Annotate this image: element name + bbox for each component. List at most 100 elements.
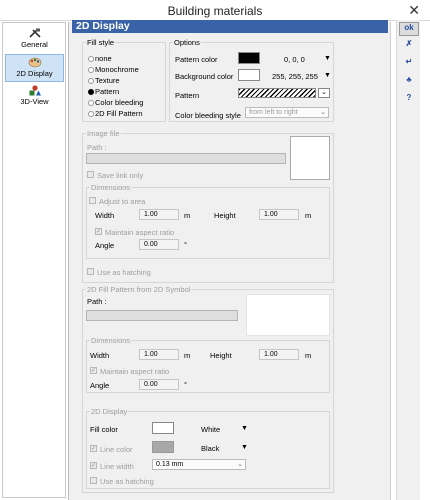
symbol-path-label: Path :: [87, 297, 107, 306]
image-maintain-aspect-checkbox[interactable]: ✓ Maintain aspect ratio: [95, 228, 174, 237]
adjust-to-area-label: Adjust to area: [99, 197, 146, 206]
chevron-down-icon[interactable]: ⌄: [318, 88, 330, 98]
enter-icon[interactable]: ↵: [399, 57, 419, 71]
ok-button[interactable]: ok: [399, 22, 419, 36]
section-header-title: 2D Display: [76, 20, 130, 32]
symbol-angle-unit: °: [184, 380, 187, 389]
save-link-only-checkbox[interactable]: Save link only: [87, 171, 143, 180]
image-path-field[interactable]: [86, 153, 286, 164]
sidebar-item-3d-view[interactable]: 3D-View: [5, 83, 64, 111]
fill-pattern-2d-title: 2D Fill Pattern from 2D Symbol: [86, 285, 192, 294]
image-path-label: Path :: [87, 143, 107, 152]
chevron-down-icon: ⌄: [237, 461, 243, 468]
symbol-height-unit: m: [305, 351, 312, 360]
fill-color-swatch[interactable]: [152, 422, 174, 434]
image-height-label: Height: [214, 211, 236, 220]
3d-shapes-icon: [29, 85, 41, 96]
radio-pattern[interactable]: Pattern: [88, 87, 119, 96]
line-color-checkbox[interactable]: ✓ Line color: [90, 445, 133, 454]
line-width-label: Line width: [100, 462, 134, 471]
close-icon[interactable]: ✕: [408, 2, 420, 19]
image-angle-field[interactable]: 0.00: [139, 239, 179, 250]
symbol-use-as-hatching-checkbox[interactable]: Use as hatching: [90, 477, 154, 486]
title-bar: Building materials ✕: [0, 0, 430, 21]
pattern-color-label: Pattern color: [175, 55, 218, 64]
sidebar-item-general[interactable]: General: [5, 26, 64, 54]
symbol-use-as-hatching-label: Use as hatching: [100, 477, 154, 486]
image-use-as-hatching-checkbox[interactable]: Use as hatching: [87, 268, 151, 277]
symbol-2d-display-title: 2D Display: [90, 407, 129, 416]
symbol-angle-label: Angle: [90, 381, 110, 390]
background-color-swatch[interactable]: [238, 69, 260, 81]
symbol-width-unit: m: [184, 351, 191, 360]
vertical-scrollbar[interactable]: [390, 22, 394, 500]
image-width-field[interactable]: 1.00: [139, 209, 179, 220]
symbol-preview: [246, 294, 330, 336]
image-use-as-hatching-label: Use as hatching: [97, 268, 151, 277]
section-header: 2D Display: [72, 20, 388, 33]
line-width-value: 0.13 mm: [156, 461, 184, 468]
fill-color-value: White: [201, 425, 221, 434]
symbol-width-label: Width: [90, 351, 110, 360]
symbol-path-field[interactable]: [86, 310, 238, 321]
image-angle-label: Angle: [95, 241, 115, 250]
pattern-preview[interactable]: [238, 88, 316, 98]
fill-pattern-2d-group: 2D Fill Pattern from 2D Symbol Path : Di…: [82, 285, 334, 493]
options-title: Options: [173, 38, 201, 47]
help-icon[interactable]: ?: [399, 93, 419, 107]
pattern-color-swatch[interactable]: [238, 52, 260, 64]
image-width-label: Width: [95, 211, 115, 220]
image-preview: [290, 136, 330, 180]
radio-texture[interactable]: Texture: [88, 76, 120, 85]
sidebar: General 2D Display 3D-View: [2, 22, 66, 498]
image-height-unit: m: [305, 211, 312, 220]
color-bleeding-style-label: Color bleeding style: [175, 111, 241, 120]
line-width-checkbox[interactable]: ✓ Line width: [90, 462, 134, 471]
color-bleeding-style-select[interactable]: from left to right ⌄: [245, 107, 329, 118]
line-color-label: Line color: [100, 445, 133, 454]
chevron-down-icon[interactable]: ▼: [241, 444, 248, 451]
adjust-to-area-checkbox[interactable]: Adjust to area: [89, 197, 145, 206]
radio-2d-fill-pattern[interactable]: 2D Fill Pattern: [88, 109, 143, 118]
palette-icon: [28, 57, 41, 68]
radio-none[interactable]: none: [88, 54, 112, 63]
image-height-field[interactable]: 1.00: [259, 209, 299, 220]
radio-color-bleeding[interactable]: Color bleeding: [88, 98, 143, 107]
color-bleeding-style-value: from left to right: [249, 109, 298, 116]
background-color-value: 255, 255, 255: [272, 72, 318, 81]
image-file-title: Image file: [86, 129, 121, 138]
sidebar-item-label: General: [21, 40, 48, 49]
cancel-icon[interactable]: ✗: [399, 39, 419, 53]
symbol-width-field[interactable]: 1.00: [139, 349, 179, 360]
line-width-select[interactable]: 0.13 mm ⌄: [152, 459, 246, 470]
chevron-down-icon[interactable]: ▼: [324, 55, 331, 62]
chevron-down-icon: ⌄: [320, 109, 326, 116]
tools-icon: [28, 28, 41, 38]
image-dimensions-title: Dimensions: [90, 183, 132, 192]
symbol-angle-field[interactable]: 0.00: [139, 379, 179, 390]
symbol-2d-display-group: 2D Display Fill color White ▼ ✓ Line colo…: [86, 407, 330, 489]
radio-monochrome[interactable]: Monochrome: [88, 65, 139, 74]
line-color-swatch[interactable]: [152, 441, 174, 453]
image-dimensions-group: Dimensions Adjust to area Width 1.00 m H…: [86, 183, 330, 259]
sidebar-item-label: 2D Display: [16, 69, 53, 78]
symbol-dimensions-title: Dimensions: [90, 336, 132, 345]
fill-style-group: Fill style none Monochrome Texture Patte…: [82, 38, 166, 122]
chevron-down-icon[interactable]: ▼: [324, 72, 331, 79]
chevron-down-icon[interactable]: ▼: [241, 425, 248, 432]
symbol-maintain-aspect-label: Maintain aspect ratio: [100, 367, 170, 376]
sidebar-item-label: 3D-View: [20, 97, 49, 106]
options-group: Options Pattern color 0, 0, 0 ▼ Backgrou…: [169, 38, 334, 122]
image-width-unit: m: [184, 211, 191, 220]
symbol-height-label: Height: [210, 351, 232, 360]
image-angle-unit: °: [184, 240, 187, 249]
image-file-group: Image file Path : Save link only Dimensi…: [82, 129, 334, 283]
sidebar-item-2d-display[interactable]: 2D Display: [5, 54, 64, 82]
material-icon[interactable]: ♣: [399, 75, 419, 89]
save-link-only-label: Save link only: [97, 171, 144, 180]
fill-style-title: Fill style: [86, 38, 116, 47]
symbol-maintain-aspect-checkbox[interactable]: ✓ Maintain aspect ratio: [90, 367, 169, 376]
right-toolbar: ok ✗ ↵ ♣ ?: [396, 20, 420, 500]
symbol-height-field[interactable]: 1.00: [259, 349, 299, 360]
pattern-color-value: 0, 0, 0: [284, 55, 305, 64]
